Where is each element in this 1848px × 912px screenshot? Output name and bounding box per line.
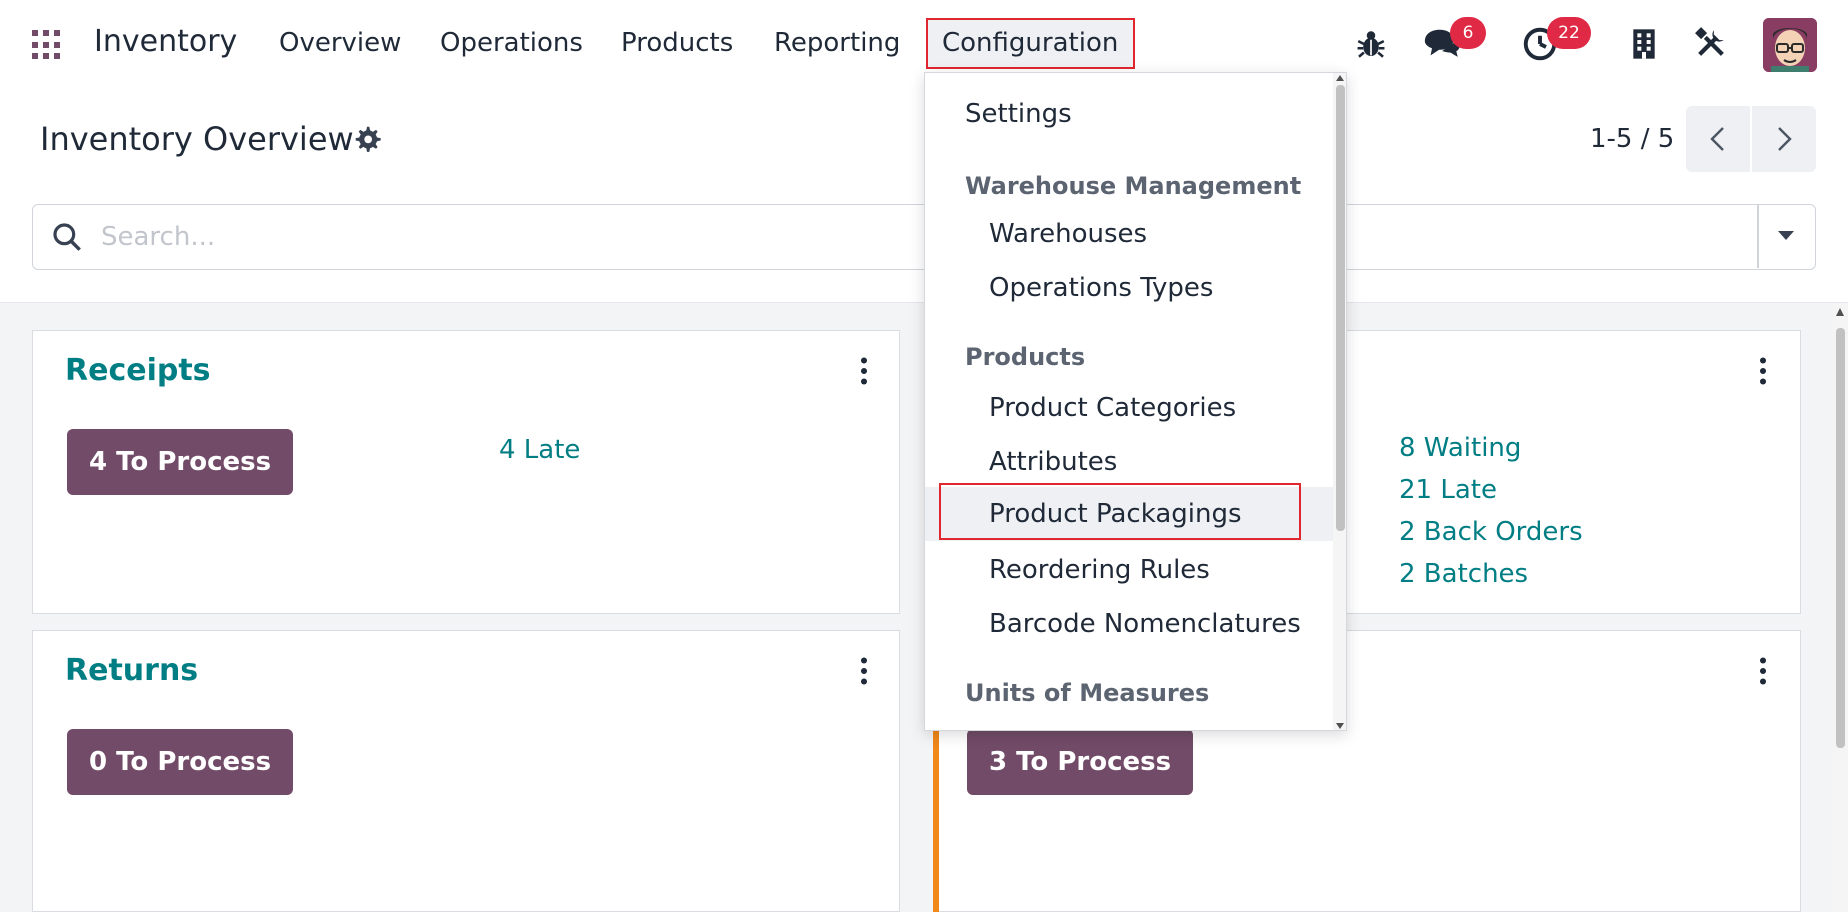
batches-link[interactable]: 2 Batches (1399, 559, 1528, 589)
pager-next-button[interactable] (1752, 106, 1816, 172)
card-color-strip (933, 728, 939, 912)
dropdown-item-warehouses[interactable]: Warehouses (925, 207, 1333, 261)
receipts-card: Receipts 4 To Process 4 Late (32, 330, 900, 614)
page-scrollbar-thumb[interactable] (1836, 328, 1845, 748)
dropdown-item-label: Operations Types (989, 273, 1214, 303)
search-options-toggle[interactable] (1759, 205, 1815, 268)
page-scrollbar[interactable] (1833, 304, 1848, 912)
kebab-menu-icon[interactable] (1758, 657, 1768, 685)
card-title[interactable]: Returns (65, 653, 198, 688)
pager-value[interactable]: 1-5 / 5 (1590, 124, 1674, 154)
dropdown-item-label: Product Categories (989, 393, 1237, 423)
late-link[interactable]: 4 Late (499, 435, 580, 465)
menu-configuration-label: Configuration (942, 28, 1119, 58)
menu-operations[interactable]: Operations (440, 28, 583, 58)
chevron-left-icon (1710, 127, 1724, 151)
bug-icon[interactable] (1354, 27, 1388, 61)
app-brand[interactable]: Inventory (94, 24, 237, 59)
dropdown-header-units-of-measures: Units of Measures (965, 679, 1210, 707)
card-title[interactable]: Receipts (65, 353, 211, 388)
tools-icon[interactable] (1694, 26, 1728, 60)
chevron-right-icon (1778, 127, 1792, 151)
dropdown-header-warehouse-management: Warehouse Management (965, 172, 1302, 200)
menu-products[interactable]: Products (621, 28, 733, 58)
kebab-menu-icon[interactable] (859, 357, 869, 385)
scroll-down-arrow-icon[interactable] (1336, 723, 1344, 729)
dropdown-item-label: Barcode Nomenclatures (989, 609, 1301, 639)
scroll-up-arrow-icon[interactable] (1836, 308, 1844, 316)
menu-reporting[interactable]: Reporting (774, 28, 900, 58)
dropdown-item-label: Settings (965, 99, 1072, 129)
dropdown-header-products: Products (965, 343, 1086, 371)
back-orders-link[interactable]: 2 Back Orders (1399, 517, 1583, 547)
user-avatar[interactable] (1763, 18, 1817, 72)
returns-card: Returns 0 To Process (32, 630, 900, 912)
dropdown-item-label: Warehouses (989, 219, 1148, 249)
dropdown-item-label: Reordering Rules (989, 555, 1210, 585)
configuration-dropdown: Settings Warehouse Management Warehouses… (924, 72, 1347, 731)
dropdown-item-attributes[interactable]: Attributes (925, 435, 1333, 489)
caret-down-icon (1778, 231, 1794, 240)
waiting-link[interactable]: 8 Waiting (1399, 433, 1521, 463)
dropdown-item-settings[interactable]: Settings (925, 87, 1333, 141)
to-process-button[interactable]: 4 To Process (67, 429, 294, 495)
kebab-menu-icon[interactable] (1758, 357, 1768, 385)
kebab-menu-icon[interactable] (859, 657, 869, 685)
menu-overview[interactable]: Overview (279, 28, 401, 58)
gear-icon[interactable] (353, 125, 381, 153)
page-title: Inventory Overview (40, 120, 354, 158)
to-process-button[interactable]: 3 To Process (967, 729, 1194, 795)
dropdown-item-reordering-rules[interactable]: Reordering Rules (925, 543, 1333, 597)
apps-grid-icon[interactable] (32, 30, 62, 60)
messages-badge: 6 (1450, 17, 1486, 49)
dropdown-scrollbar-thumb[interactable] (1336, 85, 1345, 531)
activities-badge: 22 (1547, 17, 1591, 49)
dropdown-item-label: Attributes (989, 447, 1118, 477)
to-process-button[interactable]: 0 To Process (67, 729, 294, 795)
building-icon[interactable] (1630, 28, 1658, 60)
pager-previous-button[interactable] (1686, 106, 1750, 172)
dropdown-item-product-categories[interactable]: Product Categories (925, 381, 1333, 435)
late-link[interactable]: 21 Late (1399, 475, 1497, 505)
dropdown-scrollbar[interactable] (1333, 73, 1346, 730)
dropdown-item-operations-types[interactable]: Operations Types (925, 261, 1333, 315)
scroll-up-arrow-icon[interactable] (1336, 75, 1344, 81)
dropdown-item-barcode-nomenclatures[interactable]: Barcode Nomenclatures (925, 597, 1333, 651)
highlight-box (939, 483, 1301, 540)
menu-configuration[interactable]: Configuration (926, 18, 1135, 69)
search-icon (53, 223, 81, 251)
